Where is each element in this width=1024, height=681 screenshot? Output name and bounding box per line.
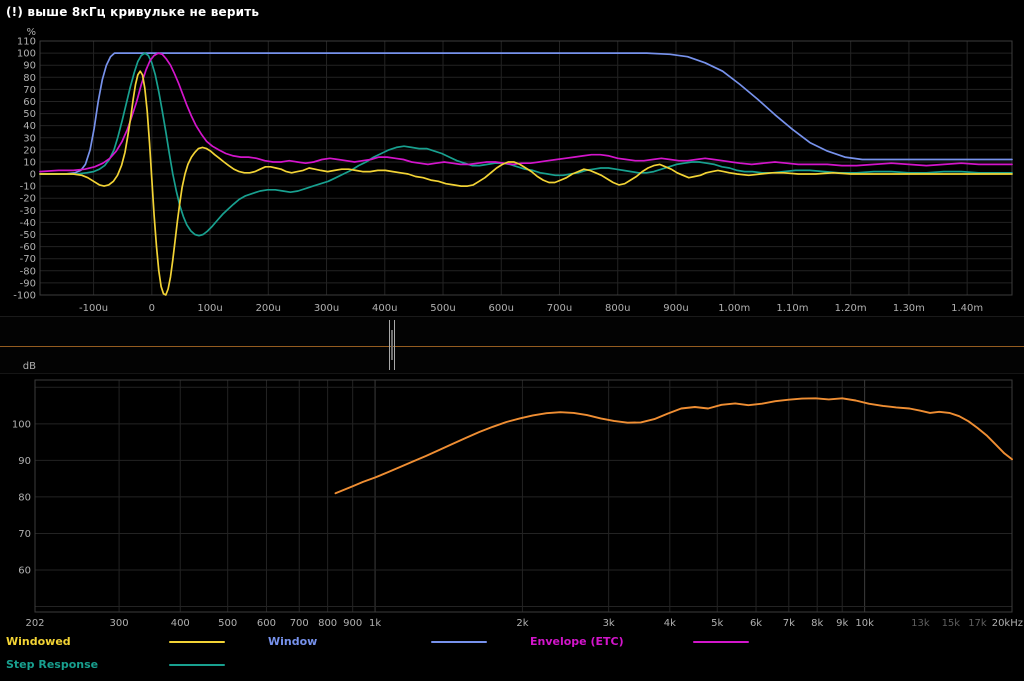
x-tick-label: 900: [343, 618, 362, 629]
legend-row: Step Response: [0, 653, 1024, 676]
y-tick-label: -100: [13, 291, 36, 302]
x-tick-label: 600: [257, 618, 276, 629]
x-tick-label: 20kHz: [992, 618, 1023, 629]
x-tick-label: 1.10m: [776, 303, 808, 314]
x-tick-label: -100u: [79, 303, 108, 314]
legend-item-window[interactable]: Window: [262, 635, 524, 648]
y-tick-label: -80: [20, 266, 36, 277]
y-tick-label: 110: [17, 37, 36, 48]
legend-item-step[interactable]: Step Response: [0, 658, 262, 671]
x-tick-label: 900u: [663, 303, 688, 314]
impulse-response-chart[interactable]: -100u 0 100u 200u 300u 400u 500u 600u 700u 800u 90…: [0, 24, 1024, 316]
y-tick-label: -50: [20, 230, 36, 241]
y-tick-label: -20: [20, 194, 36, 205]
legend-line-swatch: [169, 663, 225, 666]
x-tick-label: 10k: [855, 618, 874, 629]
y-tick-label: 50: [23, 109, 36, 120]
x-tick-label: 0: [149, 303, 155, 314]
x-tick-label: 1.40m: [951, 303, 983, 314]
x-tick-label: 202: [25, 618, 44, 629]
x-tick-label: 700u: [547, 303, 572, 314]
navigator-window-marker[interactable]: [389, 320, 390, 370]
x-tick-label: 200u: [256, 303, 281, 314]
legend-line-swatch: [693, 640, 749, 643]
x-tick-label: 1.00m: [718, 303, 750, 314]
y-tick-label: -30: [20, 206, 36, 217]
y-tick-label: 60: [23, 97, 36, 108]
y-tick-label: 90: [23, 61, 36, 72]
overview-baseline: [0, 346, 1024, 347]
y-tick-label: 60: [18, 565, 31, 576]
y-tick-label: 90: [18, 456, 31, 467]
legend-item-envelope[interactable]: Envelope (ETC): [524, 635, 786, 648]
y-tick-label: -10: [20, 182, 36, 193]
x-tick-label: 3k: [603, 618, 615, 629]
x-tick-label: 1.20m: [835, 303, 867, 314]
x-tick-label: 5k: [711, 618, 723, 629]
navigator-impulse-blip: [391, 330, 393, 360]
x-tick-label: 100u: [197, 303, 222, 314]
x-tick-label: 800: [318, 618, 337, 629]
y-tick-label: 70: [18, 529, 31, 540]
freq-y-unit-label: dB: [22, 361, 36, 372]
x-tick-label: 1.30m: [893, 303, 925, 314]
x-tick-label: 600u: [489, 303, 514, 314]
x-tick-label: 6k: [750, 618, 762, 629]
impulse-overview-navigator[interactable]: [0, 316, 1024, 374]
series-spl: [334, 397, 1013, 495]
y-tick-label: -60: [20, 242, 36, 253]
y-tick-label: 40: [23, 121, 36, 132]
series-envelope: [39, 52, 1013, 173]
legend-label: Window: [268, 635, 318, 648]
x-tick-label: 2k: [516, 618, 528, 629]
y-tick-label: 0: [30, 170, 36, 181]
x-tick-label: 700: [290, 618, 309, 629]
legend: Windowed Window Envelope (ETC) Step Respons…: [0, 630, 1024, 676]
y-tick-label: 80: [23, 73, 36, 84]
y-tick-label: 20: [23, 145, 36, 156]
series-step: [39, 52, 1013, 237]
x-tick-label: 500: [218, 618, 237, 629]
x-tick-label: 7k: [783, 618, 795, 629]
x-tick-label: 800u: [605, 303, 630, 314]
y-tick-label: 10: [23, 157, 36, 168]
legend-line-swatch: [431, 640, 487, 643]
legend-row: Windowed Window Envelope (ETC): [0, 630, 1024, 653]
legend-label: Step Response: [6, 658, 99, 671]
x-tick-label: 15k: [942, 618, 961, 629]
app-window: (!) выше 8кГц кривульке не верить % -100…: [0, 0, 1024, 681]
legend-item-windowed[interactable]: Windowed: [0, 635, 262, 648]
x-tick-label: 13k: [911, 618, 930, 629]
y-tick-label: 80: [18, 492, 31, 503]
x-tick-label: 4k: [664, 618, 676, 629]
x-tick-label: 8k: [811, 618, 823, 629]
frequency-response-chart[interactable]: 202 300 400 500 600 700 800 900 1k 2k 3k 4k 5k 6k 7k 8k…: [0, 374, 1024, 630]
y-tick-label: -90: [20, 278, 36, 289]
legend-label: Envelope (ETC): [530, 635, 624, 648]
y-tick-label: 100: [12, 419, 31, 430]
legend-line-swatch: [169, 640, 225, 643]
x-tick-label: 300u: [314, 303, 339, 314]
y-tick-label: 100: [17, 49, 36, 60]
measurement-note: (!) выше 8кГц кривульке не верить: [6, 5, 260, 19]
x-tick-label: 400: [171, 618, 190, 629]
y-tick-label: -40: [20, 218, 36, 229]
x-tick-label: 400u: [372, 303, 397, 314]
y-tick-label: 30: [23, 133, 36, 144]
x-tick-label: 1k: [369, 618, 381, 629]
y-tick-label: -70: [20, 254, 36, 265]
y-tick-label: 70: [23, 85, 36, 96]
x-tick-label: 300: [110, 618, 129, 629]
legend-label: Windowed: [6, 635, 71, 648]
x-tick-label: 9k: [836, 618, 848, 629]
x-tick-label: 17k: [968, 618, 987, 629]
x-tick-label: 500u: [430, 303, 455, 314]
navigator-window-marker[interactable]: [394, 320, 395, 370]
